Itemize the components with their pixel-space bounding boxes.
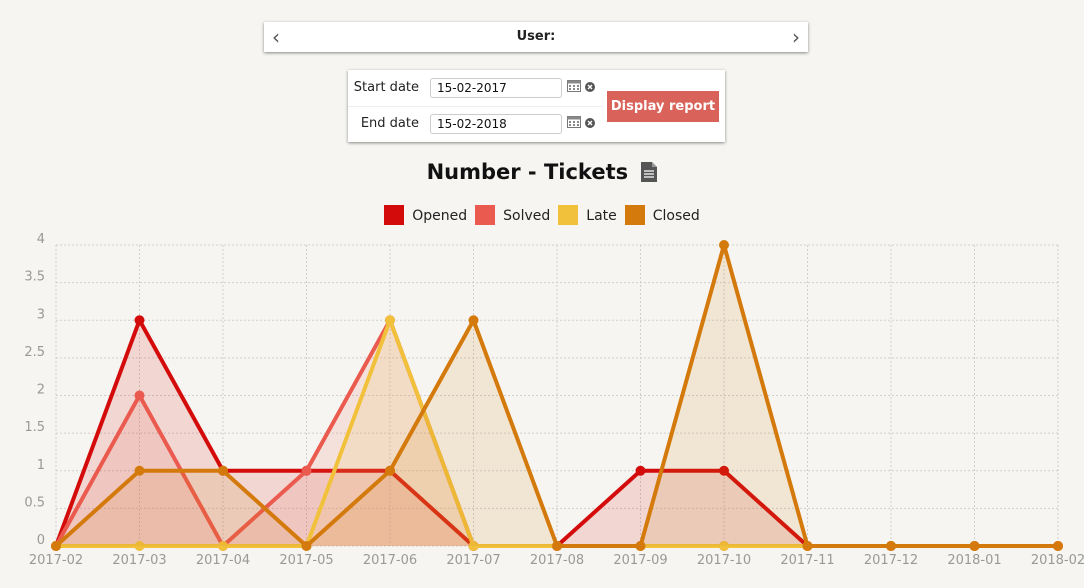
data-point-closed[interactable] xyxy=(301,541,312,551)
data-point-closed[interactable] xyxy=(385,465,395,476)
x-tick-label: 2017-07 xyxy=(446,553,500,568)
y-tick-label: 1.5 xyxy=(24,420,45,435)
data-point-closed[interactable] xyxy=(468,315,479,326)
x-tick-label: 2018-01 xyxy=(947,553,1001,568)
x-tick-label: 2017-11 xyxy=(780,553,834,568)
data-point-closed[interactable] xyxy=(1053,541,1063,551)
data-point-closed[interactable] xyxy=(552,541,562,551)
data-point-late[interactable] xyxy=(385,315,395,326)
x-tick-label: 2017-03 xyxy=(112,553,166,568)
y-tick-label: 3 xyxy=(37,307,45,322)
y-tick-label: 1 xyxy=(37,458,45,473)
x-tick-label: 2017-12 xyxy=(864,553,918,568)
data-point-solved[interactable] xyxy=(301,465,312,476)
y-tick-label: 2.5 xyxy=(24,345,45,360)
y-tick-label: 4 xyxy=(37,232,45,247)
data-point-closed[interactable] xyxy=(969,541,980,551)
x-tick-label: 2017-04 xyxy=(196,553,250,568)
data-point-closed[interactable] xyxy=(51,541,61,551)
y-tick-label: 0.5 xyxy=(24,495,45,510)
data-point-closed[interactable] xyxy=(886,541,896,551)
x-tick-label: 2017-02 xyxy=(29,553,83,568)
y-tick-label: 0 xyxy=(37,533,45,548)
data-point-closed[interactable] xyxy=(134,465,145,476)
data-point-closed[interactable] xyxy=(719,240,729,250)
y-tick-label: 2 xyxy=(37,383,45,398)
data-point-closed[interactable] xyxy=(218,465,228,476)
data-point-closed[interactable] xyxy=(635,541,646,551)
x-tick-label: 2017-09 xyxy=(613,553,667,568)
line-chart: 0 0.5 1 1.5 2 2.5 3 3.5 4 2017-02 2017-03 2017-04 20… xyxy=(24,232,1084,568)
x-tick-label: 2017-06 xyxy=(363,553,417,568)
data-point-opened[interactable] xyxy=(635,465,646,476)
data-point-opened[interactable] xyxy=(134,315,145,326)
x-tick-label: 2017-10 xyxy=(697,553,751,568)
y-tick-label: 3.5 xyxy=(24,270,45,285)
x-tick-label: 2018-02 xyxy=(1031,553,1084,568)
x-tick-label: 2017-05 xyxy=(279,553,333,568)
x-tick-label: 2017-08 xyxy=(530,553,584,568)
data-point-solved[interactable] xyxy=(134,390,145,401)
data-point-closed[interactable] xyxy=(802,541,813,551)
